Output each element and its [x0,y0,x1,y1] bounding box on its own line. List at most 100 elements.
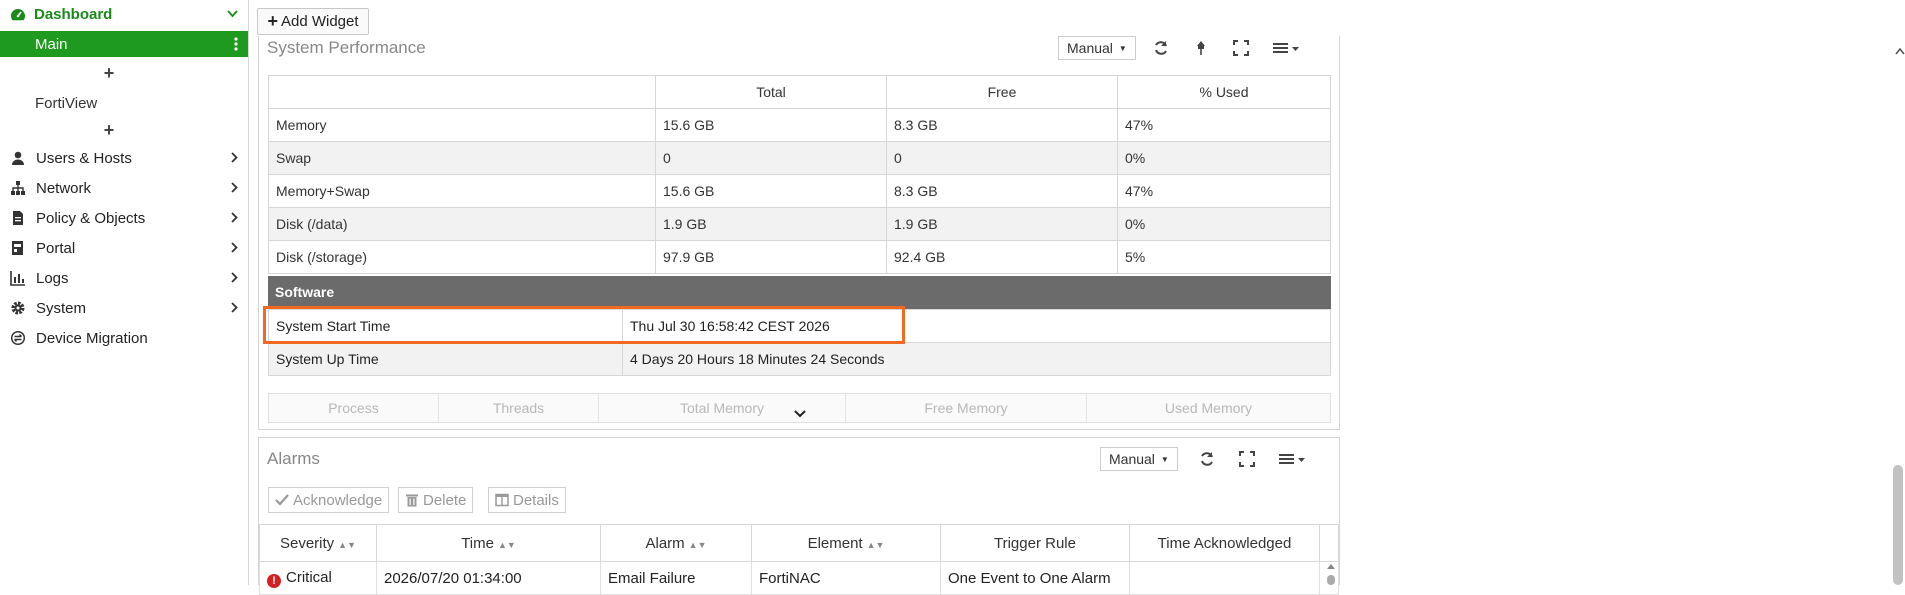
refresh-mode-select[interactable]: Manual ▼ [1100,447,1178,471]
plus-icon: + [103,119,115,140]
page-scrollbar[interactable] [1893,465,1903,585]
sidebar-item-fortiview[interactable]: FortiView [0,89,248,117]
gear-icon [10,300,26,316]
sidebar: Dashboard Main + FortiView + Users & Hos… [0,0,249,585]
caret-down-icon: ▼ [1160,454,1169,464]
plus-icon: + [103,62,115,83]
portal-icon [10,240,26,256]
sidebar-item-network[interactable]: Network [0,173,248,203]
delete-button[interactable]: Delete [398,487,474,513]
scroll-up-icon[interactable] [1895,47,1905,55]
table-cell: 15.6 GB [655,174,887,208]
refresh-mode-select[interactable]: Manual ▼ [1058,36,1136,60]
refresh-icon[interactable] [1152,39,1170,57]
column-label: Trigger Rule [994,534,1076,552]
expand-icon[interactable] [1232,39,1250,57]
expand-icon[interactable] [1238,450,1256,468]
sidebar-item-users-hosts[interactable]: Users & Hosts [0,143,248,173]
system-performance-widget: System Performance Manual ▼ Total Free % … [258,36,1340,430]
sidebar-item-portal[interactable]: Portal [0,233,248,263]
refresh-mode-value: Manual [1067,40,1113,56]
chart-icon [10,270,26,286]
table-cell: 8.3 GB [886,174,1118,208]
column-header-element[interactable]: Element ▲▼ [751,524,941,562]
column-header: Free [886,75,1118,109]
sidebar-item-label: Dashboard [34,6,113,23]
sidebar-item-system[interactable]: System [0,293,248,323]
column-header-trigger-rule[interactable]: Trigger Rule [940,524,1130,562]
sidebar-item-label: Main [35,35,68,53]
column-header-severity[interactable]: Severity ▲▼ [259,524,377,562]
column-label: Time Acknowledged [1157,534,1292,552]
add-fortiview-button[interactable]: + [0,119,248,141]
chevron-down-icon[interactable] [793,409,807,419]
column-header: Process [269,394,439,422]
sidebar-item-dashboard[interactable]: Dashboard [0,0,248,29]
table-cell: Memory+Swap [268,174,656,208]
table-cell: 15.6 GB [655,108,887,142]
plus-icon: + [267,11,278,31]
sidebar-item-label: Portal [36,239,76,257]
caret-down-icon: ▼ [1118,43,1127,53]
sidebar-item-policy-objects[interactable]: Policy & Objects [0,203,248,233]
table-scrollbar[interactable] [1324,561,1338,585]
column-header-time[interactable]: Time ▲▼ [376,524,601,562]
table-cell: 0% [1117,141,1331,175]
table-row: System Up Time 4 Days 20 Hours 18 Minute… [268,342,1331,376]
column-header: % Used [1117,75,1331,109]
column-header: Total [655,75,887,109]
sidebar-item-logs[interactable]: Logs [0,263,248,293]
widget-controls: Manual ▼ [1100,447,1308,471]
acknowledge-button[interactable]: Acknowledge [268,487,390,513]
add-dashboard-button[interactable]: + [0,62,248,84]
table-cell: 97.9 GB [655,240,887,274]
network-icon [10,180,26,196]
table-row[interactable]: ! Critical 2026/07/20 01:34:00 Email Fail… [259,561,1339,595]
table-cell: Email Failure [600,561,752,595]
software-section-header: Software [268,276,1331,309]
menu-icon[interactable] [1278,450,1308,468]
sort-icon: ▲▼ [338,539,356,550]
table-cell: 1.9 GB [886,207,1118,241]
critical-icon: ! [267,573,281,588]
column-header: Threads [439,394,599,422]
sidebar-item-device-migration[interactable]: Device Migration [0,323,248,353]
chevron-right-icon [231,212,238,223]
column-header: Used Memory [1164,400,1253,416]
column-label: Severity [279,534,335,552]
table-cell [1129,561,1320,595]
table-row: Memory 15.6 GB 8.3 GB 47% [268,108,1331,142]
button-label: Delete [423,491,467,509]
trash-icon [405,493,419,507]
migration-icon [10,330,26,346]
check-icon [275,493,289,507]
table-cell: 0% [1117,207,1331,241]
table-header-row: Severity ▲▼ Time ▲▼ Alarm ▲▼ Element ▲▼ Trig… [259,524,1339,562]
alarms-widget: Alarms Manual ▼ Acknowledge Delete Detail… [258,437,1340,595]
chevron-right-icon [231,152,238,163]
column-label: Alarm [645,534,685,552]
chevron-right-icon [231,272,238,283]
refresh-icon[interactable] [1198,450,1216,468]
column-header-time-acknowledged[interactable]: Time Acknowledged [1129,524,1320,562]
more-vertical-icon[interactable] [234,37,238,51]
widget-title: System Performance [267,38,426,57]
sidebar-item-main[interactable]: Main [0,31,248,57]
table-header-row: Total Free % Used [268,75,1331,109]
column-header-alarm[interactable]: Alarm ▲▼ [600,524,752,562]
table-cell: One Event to One Alarm [940,561,1130,595]
sidebar-item-label: System [36,299,87,317]
highlight-box [263,306,905,344]
button-label: Details [513,491,559,509]
sidebar-item-label: Users & Hosts [36,149,132,167]
add-widget-button[interactable]: + Add Widget [257,8,369,35]
details-button[interactable]: Details [488,487,566,513]
details-icon [495,493,509,507]
menu-icon[interactable] [1272,39,1302,57]
table-cell: 8.3 GB [886,108,1118,142]
pin-icon[interactable] [1192,39,1210,57]
table-cell: Swap [268,141,656,175]
chevron-right-icon [231,302,238,313]
column-header: Total Memory [599,394,846,422]
column-label: Time [461,534,494,552]
